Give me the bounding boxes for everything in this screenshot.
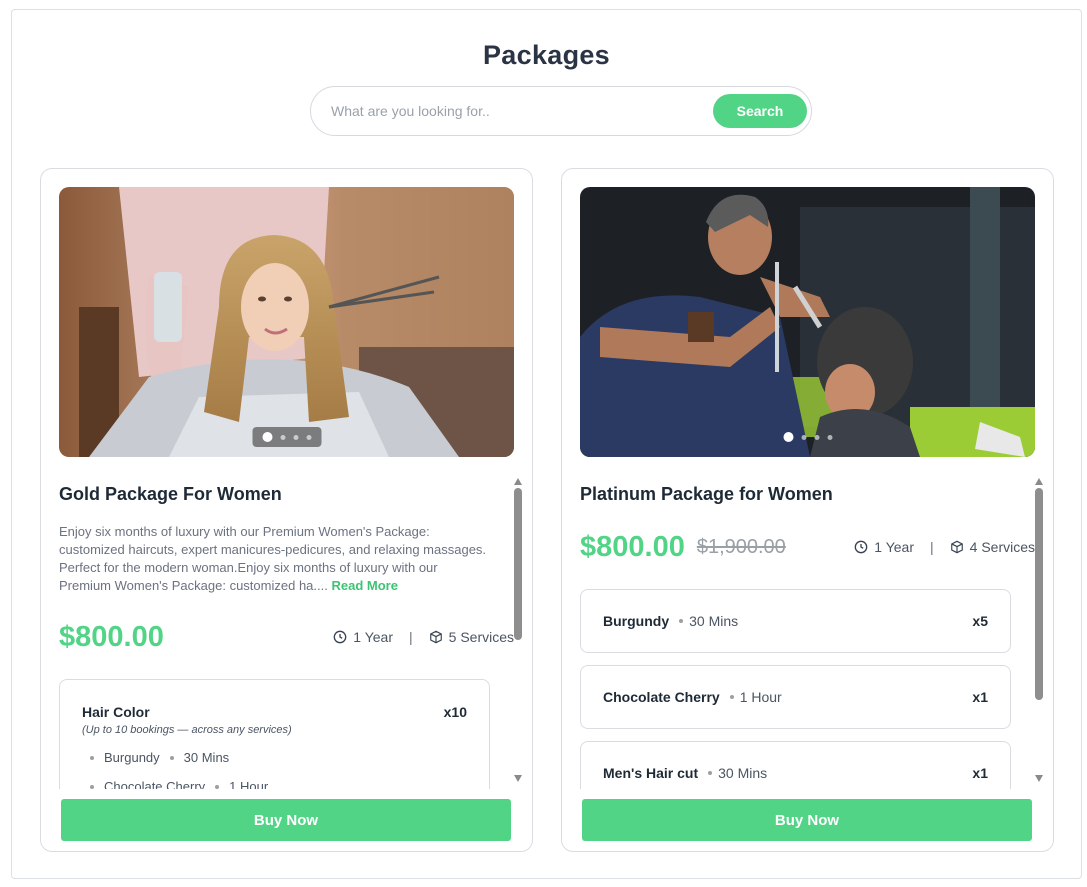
- scroll-up-arrow-icon[interactable]: [514, 478, 522, 485]
- service-duration-text: 30 Mins: [689, 613, 739, 629]
- service-group-qty: x10: [443, 704, 467, 720]
- bullet: [679, 619, 684, 623]
- service-group-title: Hair Color: [82, 704, 150, 720]
- clock-icon: [333, 630, 347, 644]
- search-bar: Search: [310, 86, 812, 136]
- service-item: Chocolate Cherry 1 Hour: [82, 779, 467, 789]
- buy-now-button[interactable]: Buy Now: [582, 799, 1032, 841]
- clock-icon: [854, 540, 868, 554]
- services-count: 4 Services: [969, 539, 1035, 555]
- bullet: [90, 784, 94, 789]
- price-row: $800.00 1 Year | 5 Services: [59, 617, 514, 657]
- package-price: $800.00: [59, 620, 164, 653]
- package-price: $800.00: [580, 530, 685, 563]
- service-item-duration: 30 Mins: [183, 750, 230, 765]
- scroll-thumb[interactable]: [514, 488, 522, 640]
- bullet: [729, 695, 734, 699]
- meta-separator: |: [930, 539, 934, 555]
- scrollbar[interactable]: [512, 474, 524, 786]
- page-frame: Packages Search: [11, 9, 1082, 879]
- carousel-dot[interactable]: [827, 434, 832, 440]
- bullet: [90, 755, 94, 760]
- barber-photo: [580, 187, 1035, 457]
- service-line-item: Burgundy 30 Mins x5: [580, 589, 1011, 653]
- carousel-dot[interactable]: [801, 434, 806, 440]
- scrollbar[interactable]: [1033, 474, 1045, 786]
- carousel-dot[interactable]: [293, 434, 298, 440]
- service-name: Men's Hair cut: [603, 765, 699, 781]
- service-qty: x1: [972, 765, 988, 781]
- service-list: Burgundy 30 Mins x5 Chocolate Cherry 1 H…: [580, 589, 1011, 789]
- service-item-name: Chocolate Cherry: [104, 779, 206, 789]
- carousel-dot[interactable]: [262, 432, 272, 442]
- service-name: Burgundy: [603, 613, 670, 629]
- meta-separator: |: [409, 629, 413, 645]
- service-group-note: (Up to 10 bookings — across any services…: [82, 724, 292, 736]
- carousel-dots: [252, 427, 321, 447]
- service-duration-text: 1 Hour: [739, 689, 782, 705]
- search-input[interactable]: [331, 95, 701, 127]
- service-qty: x1: [972, 689, 988, 705]
- scroll-down-arrow-icon[interactable]: [514, 775, 522, 782]
- service-group: Hair Color x10 (Up to 10 bookings — acro…: [59, 679, 490, 789]
- package-card-gold: Gold Package For Women Enjoy six months …: [40, 168, 533, 852]
- package-title: Gold Package For Women: [59, 484, 282, 504]
- bullet: [169, 755, 174, 760]
- buy-now-button[interactable]: Buy Now: [61, 799, 511, 841]
- service-line-item: Chocolate Cherry 1 Hour x1: [580, 665, 1011, 729]
- bullet: [708, 771, 713, 775]
- scroll-down-arrow-icon[interactable]: [1035, 775, 1043, 782]
- service-item: Burgundy 30 Mins: [82, 750, 467, 765]
- service-qty: x5: [972, 613, 988, 629]
- services-count: 5 Services: [448, 629, 514, 645]
- package-meta: 1 Year | 5 Services: [333, 629, 514, 645]
- carousel-dot[interactable]: [814, 434, 819, 440]
- original-price: $1,900.00: [696, 535, 786, 558]
- carousel-dot[interactable]: [280, 434, 285, 440]
- package-description: Enjoy six months of luxury with our Prem…: [59, 523, 489, 595]
- description-text: Enjoy six months of luxury with our Prem…: [59, 524, 487, 593]
- carousel-dot[interactable]: [783, 432, 793, 442]
- scroll-up-arrow-icon[interactable]: [1035, 478, 1043, 485]
- salon-woman-photo: [59, 187, 514, 457]
- package-card-platinum: Platinum Package for Women $800.00 $1,90…: [561, 168, 1054, 852]
- package-image[interactable]: [580, 187, 1035, 457]
- carousel-dots: [773, 427, 842, 447]
- service-name: Chocolate Cherry: [603, 689, 720, 705]
- service-duration: 1 Hour: [720, 689, 782, 705]
- price-row: $800.00 $1,900.00 1 Year | 4 Services: [580, 527, 1035, 567]
- package-image[interactable]: [59, 187, 514, 457]
- read-more-link[interactable]: Read More: [331, 578, 397, 593]
- scroll-thumb[interactable]: [1035, 488, 1043, 700]
- service-duration: 30 Mins: [698, 765, 767, 781]
- bullet: [215, 784, 220, 789]
- service-line-item: Men's Hair cut 30 Mins x1: [580, 741, 1011, 789]
- page-title: Packages: [483, 40, 610, 70]
- service-duration: 30 Mins: [669, 613, 738, 629]
- search-button[interactable]: Search: [713, 94, 807, 128]
- card-content: Gold Package For Women Enjoy six months …: [59, 469, 514, 789]
- duration-label: 1 Year: [353, 629, 393, 645]
- service-item-duration: 1 Hour: [229, 779, 269, 789]
- duration-label: 1 Year: [874, 539, 914, 555]
- package-title: Platinum Package for Women: [580, 484, 833, 504]
- carousel-dot[interactable]: [306, 434, 311, 440]
- service-duration-text: 30 Mins: [718, 765, 768, 781]
- package-meta: 1 Year | 4 Services: [854, 539, 1035, 555]
- box-icon: [429, 630, 442, 644]
- service-item-name: Burgundy: [104, 750, 160, 765]
- box-icon: [950, 540, 963, 554]
- card-content: Platinum Package for Women $800.00 $1,90…: [580, 469, 1035, 789]
